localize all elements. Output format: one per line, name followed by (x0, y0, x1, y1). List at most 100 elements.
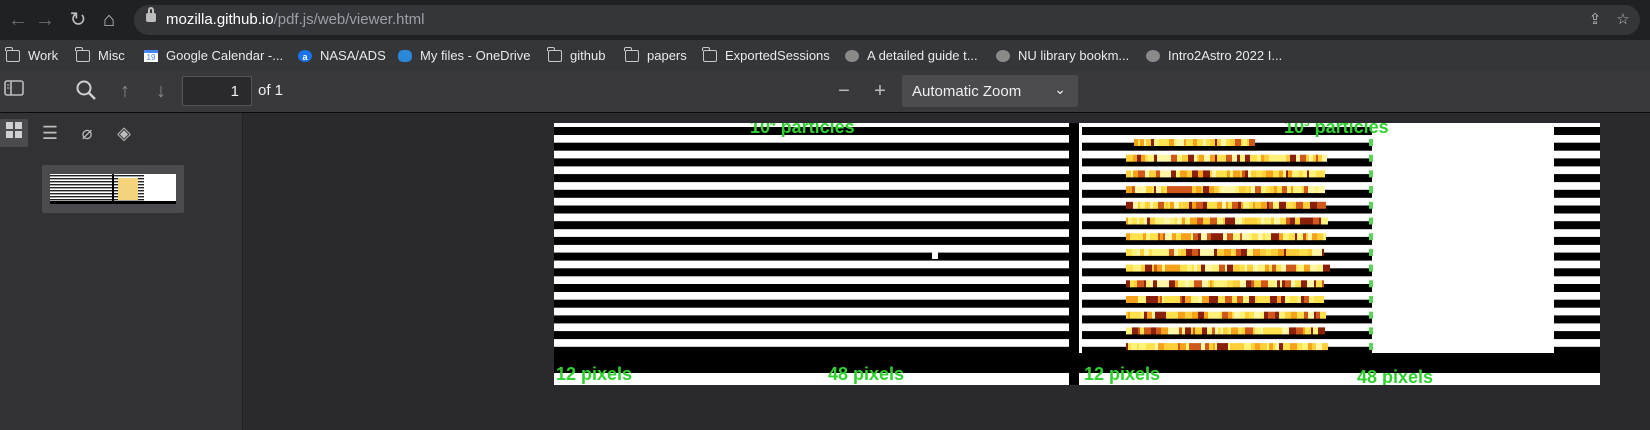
heatmap-cell (1138, 139, 1140, 146)
heatmap-cell (1188, 233, 1191, 241)
heatmap-cell (1261, 217, 1264, 225)
attachments-view-icon[interactable]: ⌀ (73, 119, 101, 147)
heatmap-cell (1282, 327, 1289, 335)
previous-page-icon[interactable]: ↑ (113, 79, 137, 103)
heatmap-cell (1139, 311, 1141, 319)
heatmap-cell (1321, 217, 1328, 225)
heatmap-cell (1133, 154, 1137, 162)
bookmark-misc[interactable]: Misc (75, 46, 125, 66)
url-text[interactable]: mozilla.github.io/pdf.js/web/viewer.html (166, 11, 424, 28)
heatmap-cell (1192, 311, 1198, 319)
heatmap-cell (1244, 343, 1251, 351)
share-icon[interactable]: ⇪ (1584, 9, 1606, 31)
heatmap-cell (1220, 280, 1227, 288)
heatmap-cell (1145, 170, 1149, 178)
heatmap-cell (1304, 248, 1308, 256)
heatmap-cell (1198, 233, 1201, 241)
bookmark-detailed-guide[interactable]: A detailed guide t... (845, 46, 978, 66)
bookmark-nasa-ads[interactable]: a NASA/ADS (298, 46, 386, 66)
bookmark-nu-library[interactable]: NU library bookm... (996, 46, 1129, 66)
thumbnail-stripe (50, 184, 112, 186)
green-edge-mark (1369, 327, 1373, 335)
heatmap-cell (1126, 280, 1130, 288)
heatmap-cell (1209, 186, 1214, 194)
heatmap-cell (1180, 217, 1182, 225)
page-thumbnail-selected[interactable] (42, 165, 184, 213)
heatmap-cell (1146, 343, 1151, 351)
heatmap-cell (1164, 186, 1167, 194)
heatmap-cell (1316, 311, 1320, 319)
heatmap-cell (1258, 264, 1265, 272)
next-page-icon[interactable]: ↓ (149, 79, 173, 103)
left-panel-stripe (554, 174, 1069, 183)
right-panel-edge-stripe (1554, 174, 1600, 183)
zoom-out-icon[interactable]: − (832, 79, 856, 103)
heatmap-cell (1168, 327, 1173, 335)
bookmark-onedrive[interactable]: My files - OneDrive (398, 46, 531, 66)
left-panel-stripe (554, 284, 1069, 292)
bookmark-work[interactable]: Work (5, 46, 58, 66)
heatmap-cell (1230, 217, 1235, 225)
outline-view-icon[interactable]: ☰ (36, 119, 64, 147)
bookmark-label: github (570, 48, 606, 63)
heatmap-cell (1255, 343, 1260, 351)
heatmap-cell (1138, 327, 1140, 335)
heatmap-cell (1203, 248, 1208, 256)
heatmap-cell (1311, 154, 1313, 162)
zoom-in-icon[interactable]: + (868, 79, 892, 103)
heatmap-cell (1286, 170, 1288, 178)
bookmark-exported-sessions[interactable]: ExportedSessions (702, 46, 830, 66)
heatmap-cell (1156, 233, 1158, 241)
heatmap-cell (1290, 217, 1295, 225)
heatmap-cell (1204, 327, 1207, 335)
heatmap-cell (1309, 170, 1316, 178)
search-icon[interactable] (74, 79, 98, 103)
page-number-input[interactable] (182, 76, 252, 106)
heatmap-cell (1240, 264, 1245, 272)
layers-view-icon[interactable]: ◈ (110, 119, 138, 147)
heatmap-cell (1137, 154, 1141, 162)
heatmap-cell (1140, 201, 1145, 209)
heatmap-cell (1279, 233, 1283, 241)
heatmap-cell (1310, 201, 1314, 209)
green-edge-mark (1369, 248, 1373, 256)
thumbnails-view-icon[interactable] (0, 119, 28, 147)
heatmap-cell (1217, 201, 1222, 209)
forward-arrow-icon[interactable]: → (33, 8, 57, 32)
heatmap-cell (1268, 280, 1275, 288)
heatmap-cell (1164, 343, 1170, 351)
heatmap-cell (1218, 296, 1220, 303)
back-arrow-icon[interactable]: ← (6, 8, 30, 32)
document-viewport[interactable]: 104 particles 105 particles 12 pixels 48… (243, 113, 1650, 430)
heatmap-cell (1322, 280, 1324, 288)
zoom-select[interactable]: Automatic Zoom ⌄ (902, 75, 1078, 107)
heatmap-cell (1138, 170, 1145, 178)
bookmark-papers[interactable]: papers (624, 46, 687, 66)
heatmap-cell (1210, 311, 1213, 319)
heatmap-cell (1291, 186, 1293, 194)
heatmap-cell (1275, 311, 1279, 319)
home-icon[interactable]: ⌂ (97, 8, 121, 32)
heatmap-cell (1245, 170, 1248, 178)
heatmap-cell (1152, 311, 1155, 319)
heatmap-cell (1238, 327, 1242, 335)
heatmap-cell (1243, 296, 1249, 303)
heatmap-cell (1138, 201, 1140, 209)
bottom-black-band (554, 353, 1600, 373)
heatmap-cell (1321, 264, 1323, 272)
heatmap-cell (1291, 311, 1297, 319)
sidebar-toggle-icon[interactable] (2, 79, 26, 103)
heatmap-cell (1174, 186, 1180, 194)
heatmap-cell (1232, 154, 1237, 162)
bookmark-google-calendar[interactable]: 19 Google Calendar -... (144, 46, 283, 66)
heatmap-cell (1181, 248, 1186, 256)
reload-icon[interactable]: ↻ (66, 8, 90, 32)
green-edge-mark (1369, 217, 1373, 225)
bookmark-intro2astro[interactable]: Intro2Astro 2022 I... (1146, 46, 1282, 66)
star-icon[interactable]: ☆ (1612, 9, 1634, 31)
heatmap-cell (1276, 343, 1279, 351)
heatmap-cell (1308, 233, 1312, 241)
address-bar[interactable]: mozilla.github.io/pdf.js/web/viewer.html… (134, 5, 1640, 35)
heatmap-cell (1272, 264, 1276, 272)
bookmark-github[interactable]: github (547, 46, 606, 66)
